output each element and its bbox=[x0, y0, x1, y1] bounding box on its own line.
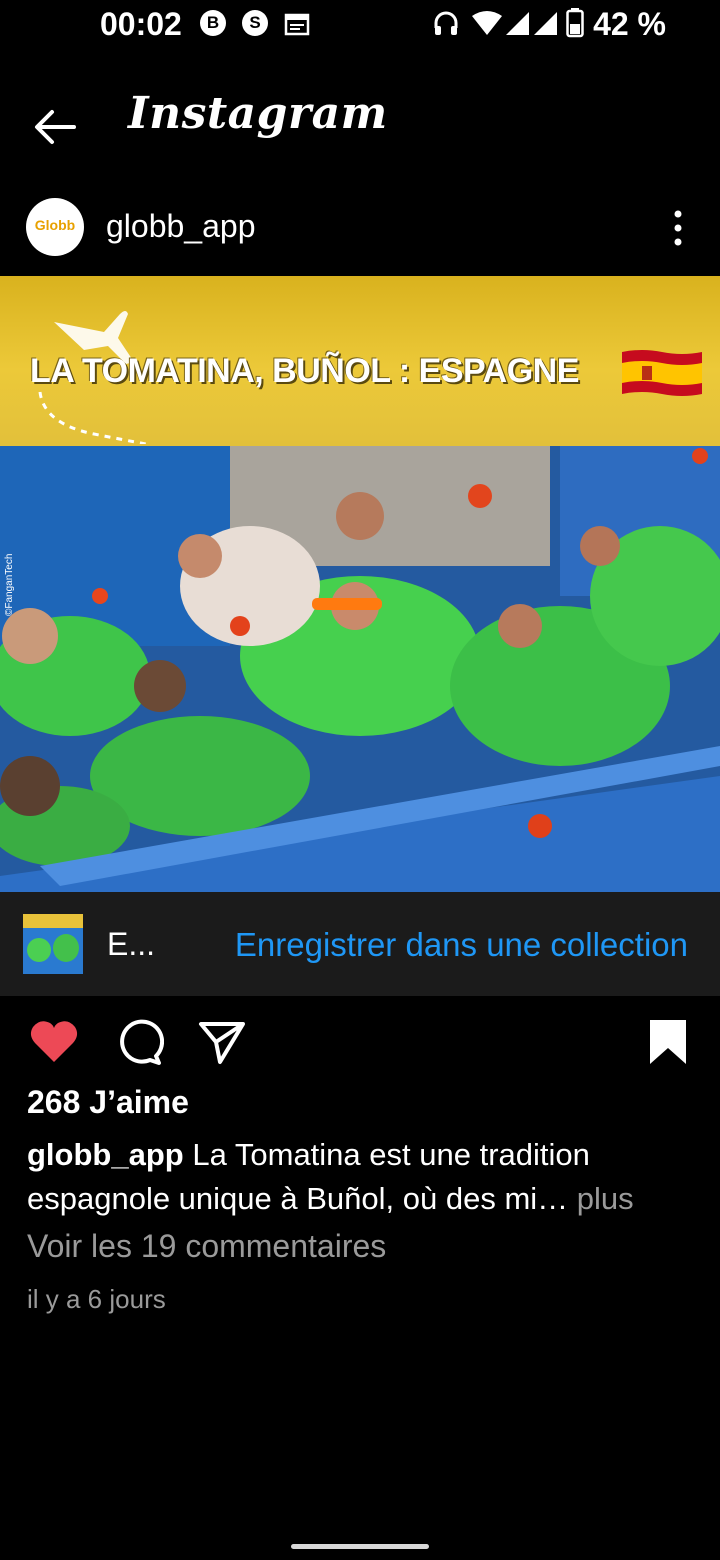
arrow-left-icon[interactable] bbox=[30, 102, 80, 152]
tomatina-photo bbox=[0, 446, 720, 892]
home-indicator[interactable] bbox=[291, 1544, 429, 1549]
likes-count[interactable]: 268 J’aime bbox=[27, 1084, 189, 1121]
more-vertical-icon[interactable] bbox=[664, 206, 692, 250]
bookmark-icon[interactable] bbox=[642, 1016, 694, 1068]
view-comments-link[interactable]: Voir les 19 commentaires bbox=[27, 1228, 386, 1265]
comment-icon[interactable] bbox=[112, 1016, 164, 1068]
avatar-logo-text: Globb bbox=[34, 217, 76, 233]
collection-thumbnail[interactable] bbox=[23, 914, 83, 974]
banner-title: LA TOMATINA, BUÑOL : ESPAGNE bbox=[30, 352, 579, 390]
post-banner: LA TOMATINA, BUÑOL : ESPAGNE bbox=[0, 276, 720, 446]
signal-icon bbox=[506, 12, 529, 35]
caption-more-link[interactable]: plus bbox=[577, 1181, 634, 1216]
signal-2-icon bbox=[534, 12, 557, 35]
s-icon: S bbox=[242, 10, 268, 36]
battery-icon bbox=[566, 8, 584, 38]
b-icon: B bbox=[200, 10, 226, 36]
spain-flag-icon bbox=[622, 350, 702, 396]
caption-username[interactable]: globb_app bbox=[27, 1137, 184, 1172]
post-image[interactable]: LA TOMATINA, BUÑOL : ESPAGNE ©FanganTech bbox=[0, 276, 720, 892]
heart-icon[interactable] bbox=[28, 1016, 80, 1068]
collection-bar: E... Enregistrer dans une collection bbox=[0, 892, 720, 996]
battery-level: 42 % bbox=[593, 6, 666, 42]
calendar-icon bbox=[284, 13, 310, 36]
status-bar: 00:02 B S 42 % bbox=[0, 0, 720, 52]
headphones-icon bbox=[434, 11, 458, 35]
post-actions bbox=[0, 1010, 720, 1074]
share-icon[interactable] bbox=[196, 1016, 248, 1068]
app-title: Instagram bbox=[128, 88, 388, 139]
post-header: Globb globb_app bbox=[0, 194, 720, 264]
post-username[interactable]: globb_app bbox=[106, 208, 255, 245]
avatar[interactable]: Globb bbox=[26, 198, 84, 256]
save-to-collection-link[interactable]: Enregistrer dans une collection bbox=[235, 926, 688, 964]
photo-watermark: ©FanganTech bbox=[4, 553, 15, 616]
status-time: 00:02 bbox=[100, 6, 182, 42]
app-bar: Instagram bbox=[0, 72, 720, 182]
wifi-icon bbox=[472, 11, 502, 35]
post-timestamp: il y a 6 jours bbox=[27, 1284, 166, 1314]
collection-name[interactable]: E... bbox=[107, 926, 155, 963]
post-caption: globb_app La Tomatina est une tradition … bbox=[27, 1133, 697, 1221]
